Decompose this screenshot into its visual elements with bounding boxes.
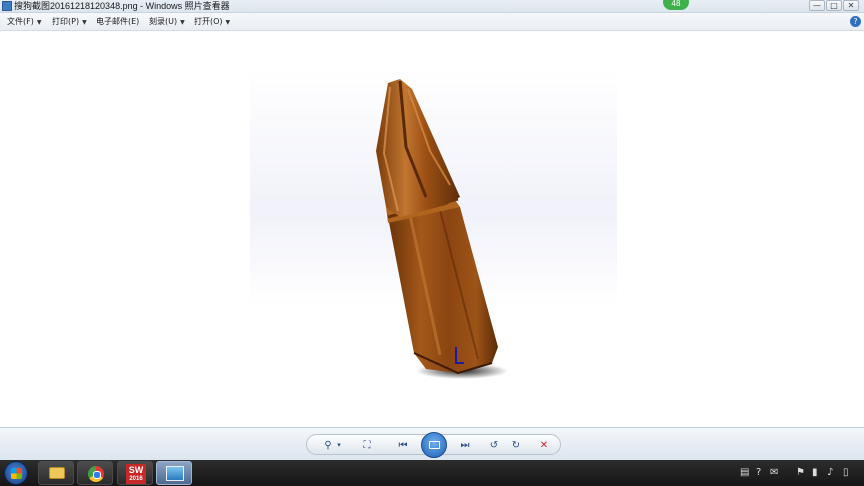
- close-button[interactable]: ✕: [843, 0, 859, 11]
- slideshow-button[interactable]: [421, 432, 447, 458]
- chevron-down-icon: ▼: [225, 19, 231, 26]
- previous-icon[interactable]: ⏮: [395, 438, 411, 453]
- folder-icon: [49, 467, 65, 479]
- delete-icon[interactable]: ✕: [537, 438, 551, 453]
- chevron-down-icon: ▼: [82, 19, 87, 26]
- tray-keyboard-icon[interactable]: ▤: [740, 467, 749, 479]
- tray-volume-icon[interactable]: ♪: [827, 467, 833, 479]
- app-icon: [2, 1, 12, 11]
- tray-message-icon[interactable]: ✉: [770, 467, 778, 479]
- photo-viewer-icon: [166, 466, 184, 481]
- menu-open[interactable]: 打开(O) ▼: [194, 16, 230, 27]
- solidworks-icon: SW 2016: [126, 464, 146, 484]
- maximize-button[interactable]: □: [826, 0, 842, 11]
- rotate-right-icon[interactable]: ↻: [509, 438, 523, 453]
- tray-battery-icon[interactable]: ▯: [843, 467, 849, 479]
- menu-file[interactable]: 文件(F) ▼: [7, 16, 41, 27]
- start-button[interactable]: [4, 461, 28, 485]
- menu-burn[interactable]: 刻录(U) ▼: [149, 16, 185, 27]
- taskbar-chrome[interactable]: [77, 461, 113, 485]
- minimize-button[interactable]: —: [809, 0, 825, 11]
- next-icon[interactable]: ⏭: [457, 438, 473, 453]
- chevron-down-icon: ▼: [180, 19, 185, 26]
- viewer-controls: ⚲ ▾ ⛶ ⏮ ⏭ ↺ ↻ ✕: [0, 427, 864, 460]
- tray-network-icon[interactable]: ▮: [812, 467, 818, 479]
- menu-email[interactable]: 电子邮件(E): [96, 16, 139, 27]
- chevron-down-icon: ▼: [36, 19, 42, 26]
- windows-logo-icon: [11, 468, 22, 479]
- taskbar-solidworks[interactable]: SW 2016: [117, 461, 153, 485]
- rotate-left-icon[interactable]: ↺: [487, 438, 501, 453]
- zoom-dropdown-icon[interactable]: ▾: [335, 438, 343, 453]
- slideshow-icon: [429, 441, 440, 449]
- notification-badge[interactable]: 48: [663, 0, 689, 10]
- chrome-icon: [88, 466, 104, 482]
- screwdriver-bit-image: [376, 79, 508, 379]
- tray-help-icon[interactable]: ?: [756, 467, 761, 479]
- taskbar-file-explorer[interactable]: [38, 461, 74, 485]
- actual-size-icon[interactable]: ⛶: [359, 438, 375, 453]
- displayed-photo: [250, 67, 617, 387]
- control-pill: ⚲ ▾ ⛶ ⏮ ⏭ ↺ ↻ ✕: [306, 432, 561, 458]
- zoom-icon[interactable]: ⚲: [321, 438, 335, 453]
- photo-viewer-window: 搜狗截图20161218120348.png - Windows 照片查看器 4…: [0, 0, 864, 460]
- tray-flag-icon[interactable]: ⚑: [796, 467, 805, 479]
- taskbar-photo-viewer[interactable]: [156, 461, 192, 485]
- menu-print[interactable]: 打印(P) ▼: [52, 16, 87, 27]
- help-icon[interactable]: ?: [850, 16, 861, 27]
- taskbar: SW 2016 ▤ ? ✉ ⚑ ▮ ♪ ▯: [0, 460, 864, 486]
- menu-bar: 文件(F) ▼ 打印(P) ▼ 电子邮件(E) 刻录(U) ▼ 打开(O) ▼ ?: [0, 13, 864, 31]
- title-bar[interactable]: 搜狗截图20161218120348.png - Windows 照片查看器 4…: [0, 0, 864, 13]
- window-title: 搜狗截图20161218120348.png - Windows 照片查看器: [14, 1, 230, 11]
- image-viewport[interactable]: [0, 31, 864, 427]
